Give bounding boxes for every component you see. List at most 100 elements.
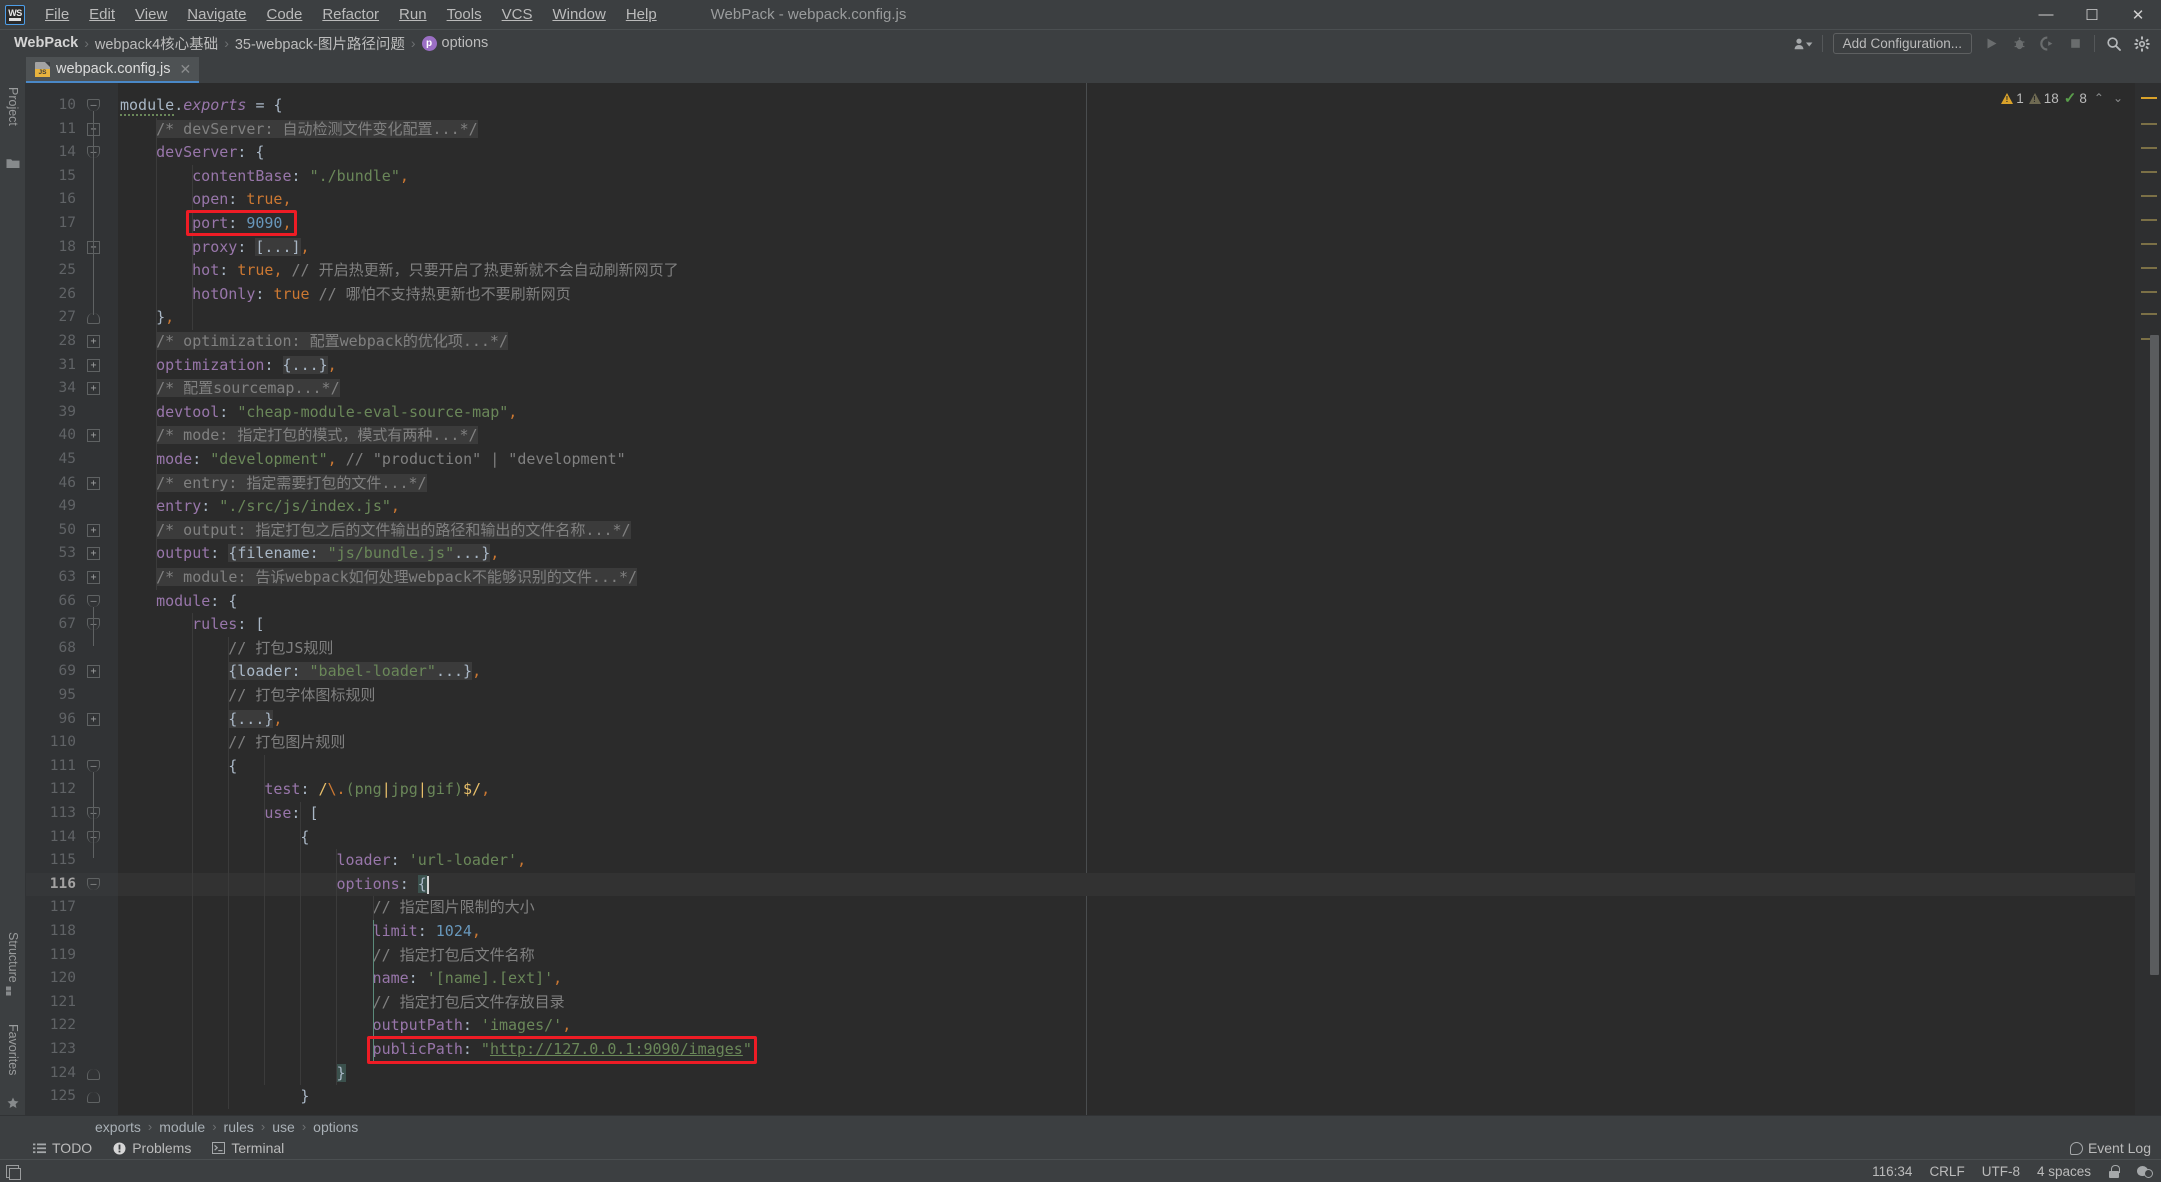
- add-configuration-button[interactable]: Add Configuration...: [1832, 33, 1972, 54]
- scrollbar-thumb[interactable]: [2150, 335, 2159, 975]
- code-line[interactable]: limit: 1024,: [373, 920, 481, 944]
- code-breadcrumb-use[interactable]: use: [269, 1119, 298, 1135]
- code-line[interactable]: {: [300, 826, 309, 850]
- code-line[interactable]: proxy: [...],: [192, 236, 310, 260]
- fold-collapse-icon[interactable]: –: [87, 759, 100, 772]
- menu-item-run[interactable]: Run: [389, 4, 437, 25]
- inspection-stripe-mark[interactable]: [2141, 171, 2157, 173]
- code-line[interactable]: /* optimization: 配置webpack的优化项...*/: [156, 330, 508, 354]
- code-line[interactable]: // 指定打包后文件存放目录: [373, 991, 565, 1015]
- stop-icon[interactable]: [2062, 32, 2088, 56]
- code-line[interactable]: entry: "./src/js/index.js",: [156, 495, 400, 519]
- tool-button-favorites[interactable]: Favorites: [0, 1024, 26, 1075]
- fold-expand-icon[interactable]: +: [87, 476, 100, 490]
- code-line[interactable]: use: [: [264, 802, 318, 826]
- code-line[interactable]: // 打包JS规则: [228, 637, 333, 661]
- tab-webpack-config-js[interactable]: webpack.config.js ✕: [26, 57, 200, 83]
- code-line[interactable]: port: 9090,: [192, 212, 291, 236]
- tab-close-icon[interactable]: ✕: [179, 61, 191, 78]
- breadcrumb-item-options[interactable]: p options: [418, 34, 493, 52]
- menu-item-code[interactable]: Code: [256, 4, 312, 25]
- code-line[interactable]: contentBase: "./bundle",: [192, 165, 409, 189]
- fold-expand-icon[interactable]: +: [87, 429, 100, 443]
- code-line[interactable]: open: true,: [192, 188, 291, 212]
- next-problem-icon[interactable]: ⌄: [2111, 91, 2125, 105]
- code-line[interactable]: // 打包字体图标规则: [228, 684, 375, 708]
- code-line[interactable]: options: {: [336, 873, 427, 897]
- inspection-stripe-mark[interactable]: [2141, 313, 2157, 315]
- code-line[interactable]: devServer: {: [156, 141, 264, 165]
- inspection-stripe-mark[interactable]: [2141, 147, 2157, 149]
- code-line[interactable]: optimization: {...},: [156, 354, 337, 378]
- menu-item-view[interactable]: View: [125, 4, 177, 25]
- editor[interactable]: 10–11+14–15161718+25262728+31+34+3940+45…: [26, 83, 2161, 1115]
- code-line[interactable]: }: [300, 1085, 309, 1109]
- code-breadcrumb-module[interactable]: module: [156, 1119, 208, 1135]
- inspection-scrollbar[interactable]: [2135, 83, 2161, 1115]
- fold-collapse-icon[interactable]: –: [87, 877, 100, 890]
- code-line[interactable]: }: [336, 1062, 346, 1086]
- user-chevron-icon[interactable]: [1790, 32, 1816, 56]
- code-line[interactable]: /* devServer: 自动检测文件变化配置...*/: [156, 118, 478, 142]
- fold-expand-icon[interactable]: +: [87, 358, 100, 372]
- minimize-button[interactable]: —: [2023, 0, 2069, 29]
- code-line[interactable]: /* output: 指定打包之后的文件输出的路径和输出的文件名称...*/: [156, 519, 631, 543]
- code-line[interactable]: outputPath: 'images/',: [373, 1014, 572, 1038]
- code-line[interactable]: /* 配置sourcemap...*/: [156, 377, 340, 401]
- file-encoding[interactable]: UTF-8: [1982, 1164, 2020, 1179]
- inspection-stripe-mark[interactable]: [2141, 243, 2157, 245]
- toggle-tool-windows-icon[interactable]: [6, 1164, 21, 1180]
- fold-expand-icon[interactable]: +: [87, 547, 100, 561]
- code-breadcrumb-exports[interactable]: exports: [92, 1119, 144, 1135]
- inspections-icon[interactable]: [2137, 1164, 2153, 1178]
- inspection-stripe-mark[interactable]: [2141, 267, 2157, 269]
- code-line[interactable]: {...},: [228, 708, 282, 732]
- inspection-stripe-mark[interactable]: [2141, 123, 2157, 125]
- code-line[interactable]: {loader: "babel-loader"...},: [228, 660, 481, 684]
- menu-item-tools[interactable]: Tools: [437, 4, 492, 25]
- fold-expand-icon[interactable]: +: [87, 665, 100, 679]
- fold-expand-icon[interactable]: +: [87, 571, 100, 584]
- inspection-stripe-mark[interactable]: [2141, 219, 2157, 221]
- unlocked-icon[interactable]: [2108, 1164, 2120, 1178]
- close-button[interactable]: ✕: [2115, 0, 2161, 29]
- code-line[interactable]: {: [228, 755, 237, 779]
- code-line[interactable]: output: {filename: "js/bundle.js"...},: [156, 542, 499, 566]
- menu-item-help[interactable]: Help: [616, 4, 667, 25]
- run-icon[interactable]: [1978, 32, 2004, 56]
- code-text-area[interactable]: module.exports = {/* devServer: 自动检测文件变化…: [118, 83, 2135, 1115]
- code-line[interactable]: name: '[name].[ext]',: [373, 967, 563, 991]
- code-line[interactable]: publicPath: "http://127.0.0.1:9090/image…: [373, 1038, 752, 1062]
- breadcrumb-item-folder1[interactable]: webpack4核心基础: [91, 32, 222, 55]
- indent-setting[interactable]: 4 spaces: [2037, 1164, 2091, 1179]
- warning-badge[interactable]: 1: [2001, 91, 2024, 106]
- fold-collapse-icon[interactable]: –: [87, 594, 100, 607]
- code-line[interactable]: // 打包图片规则: [228, 731, 345, 755]
- fold-expand-icon[interactable]: +: [87, 712, 100, 726]
- line-separator[interactable]: CRLF: [1929, 1164, 1964, 1179]
- inspection-stripe-mark[interactable]: [2141, 195, 2157, 197]
- code-line[interactable]: hotOnly: true // 哪怕不支持热更新也不要刷新网页: [192, 283, 571, 307]
- code-line[interactable]: devtool: "cheap-module-eval-source-map",: [156, 401, 517, 425]
- code-line[interactable]: /* entry: 指定需要打包的文件...*/: [156, 472, 427, 496]
- code-line[interactable]: // 指定图片限制的大小: [373, 896, 535, 920]
- event-log-button[interactable]: Event Log: [2069, 1140, 2151, 1156]
- menu-item-vcs[interactable]: VCS: [492, 4, 543, 25]
- code-breadcrumb-rules[interactable]: rules: [221, 1119, 257, 1135]
- breadcrumb-item-project[interactable]: WebPack: [10, 34, 82, 52]
- tool-button-structure[interactable]: Structure: [0, 932, 26, 983]
- weak-warning-badge[interactable]: 18: [2028, 91, 2059, 106]
- code-line[interactable]: module.exports = {: [120, 94, 283, 118]
- inspection-summary[interactable]: 1 18 ✓ 8 ⌃ ⌄: [2001, 89, 2125, 107]
- search-icon[interactable]: [2101, 32, 2127, 56]
- tool-window-terminal[interactable]: Terminal: [205, 1137, 298, 1159]
- code-line[interactable]: mode: "development", // "production" | "…: [156, 448, 626, 472]
- fold-expand-icon[interactable]: +: [87, 523, 100, 537]
- fold-region-end-icon[interactable]: [87, 1068, 100, 1080]
- menu-item-file[interactable]: File: [35, 4, 79, 25]
- code-line[interactable]: // 指定打包后文件名称: [373, 944, 535, 968]
- code-line[interactable]: rules: [: [192, 613, 264, 637]
- menu-item-refactor[interactable]: Refactor: [312, 4, 389, 25]
- tool-window-problems[interactable]: Problems: [106, 1137, 205, 1159]
- code-line[interactable]: module: {: [156, 590, 237, 614]
